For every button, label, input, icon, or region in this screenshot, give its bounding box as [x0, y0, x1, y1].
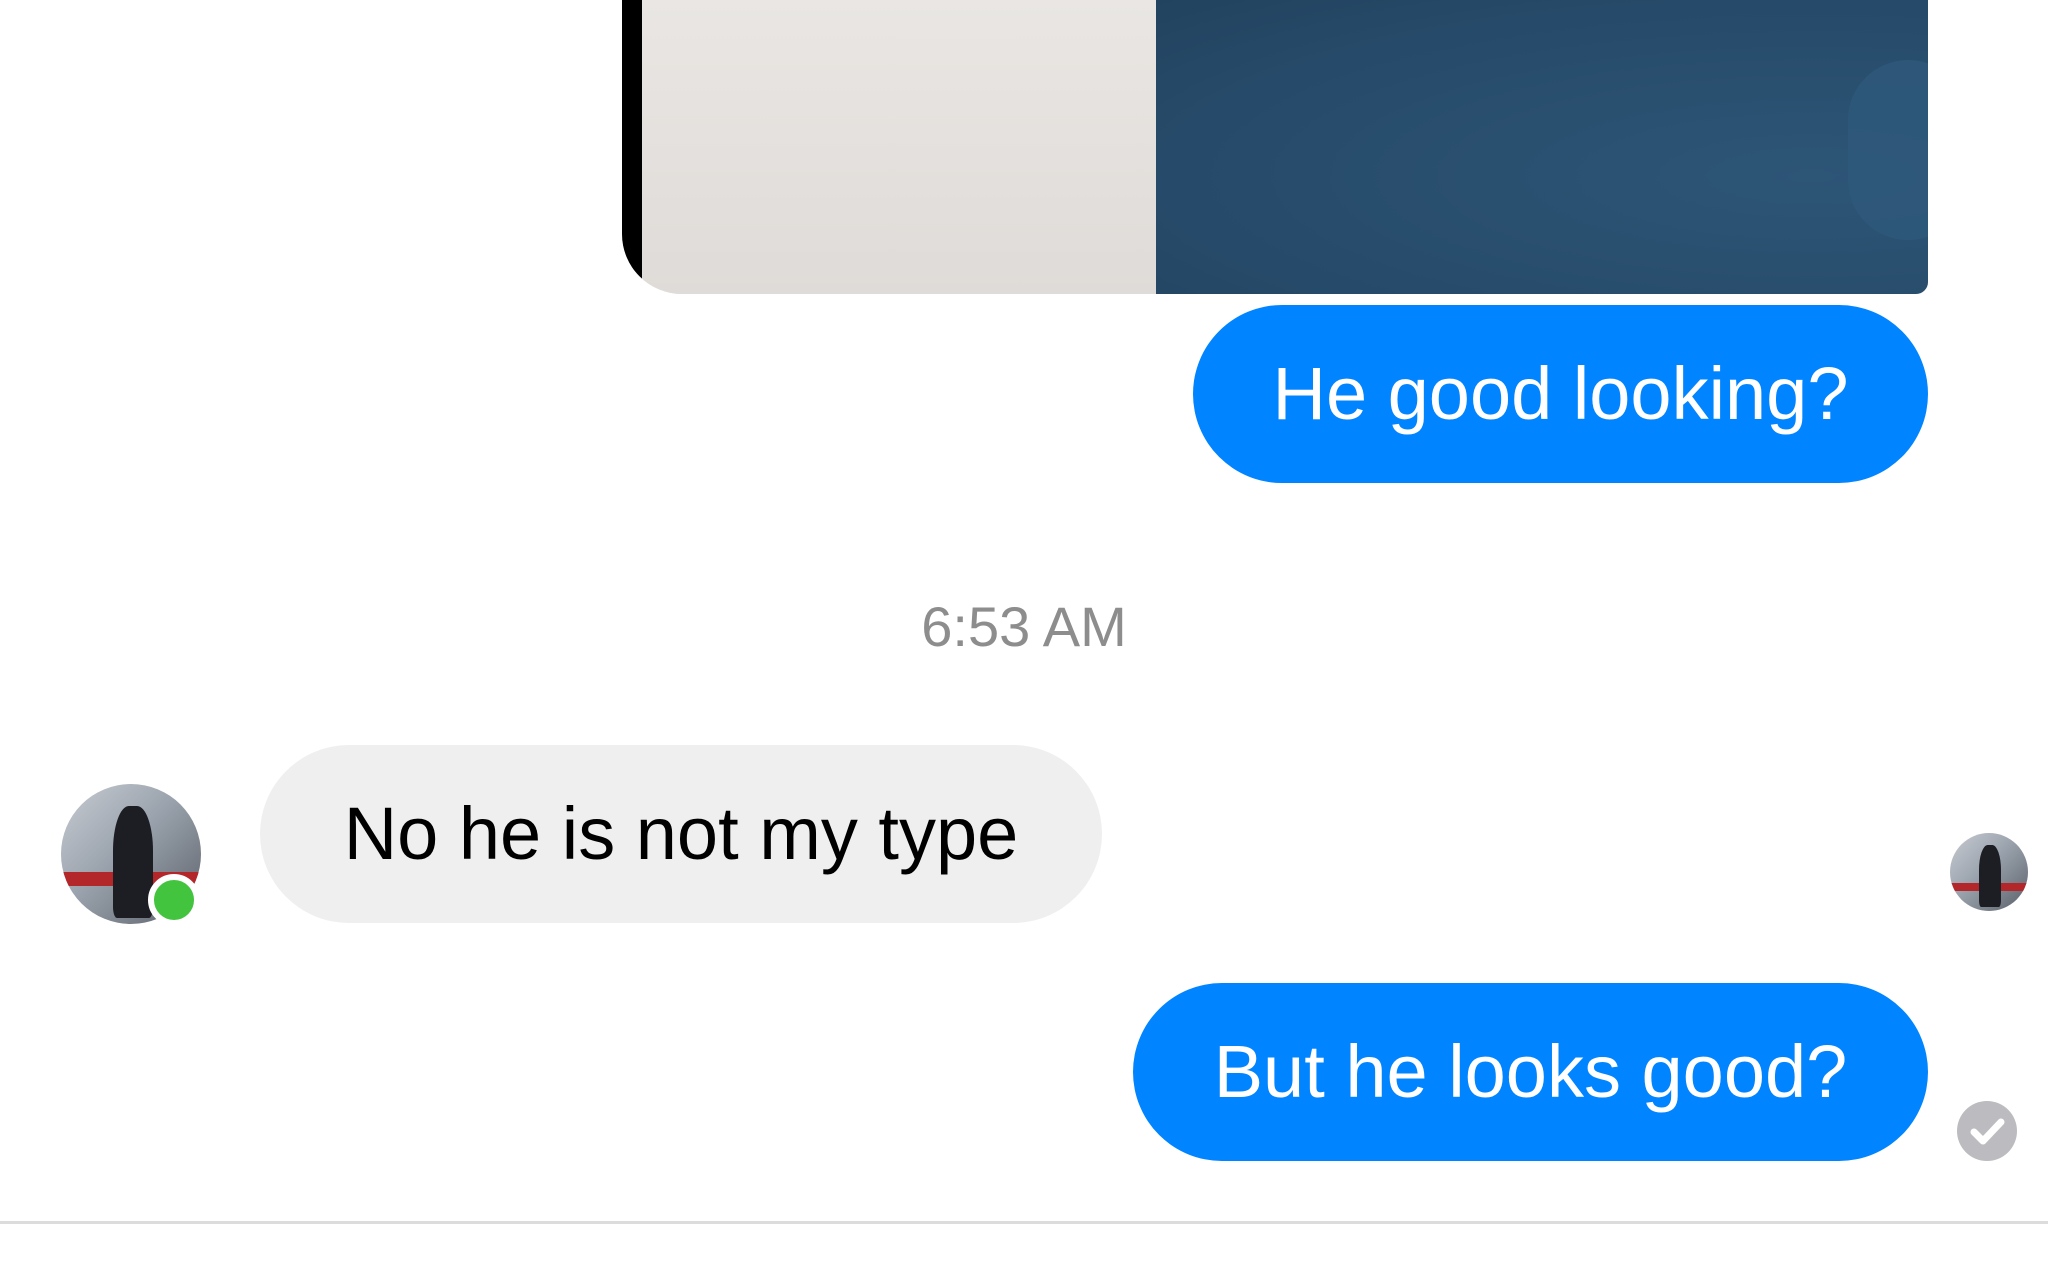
- checkmark-icon: [1970, 1118, 2005, 1145]
- photo-frame-edge: [622, 0, 642, 294]
- avatar-photo-person: [113, 806, 153, 918]
- message-text: He good looking?: [1272, 352, 1849, 435]
- check-circle-icon: [1957, 1101, 2017, 1161]
- shared-photo-attachment[interactable]: [622, 0, 1928, 294]
- avatar-photo-person: [1979, 845, 2001, 907]
- incoming-message-bubble[interactable]: No he is not my type: [260, 745, 1102, 923]
- message-timestamp: 6:53 AM: [921, 595, 1127, 658]
- message-text: But he looks good?: [1213, 1030, 1848, 1113]
- composer-divider: [0, 1221, 2048, 1224]
- message-text: No he is not my type: [343, 792, 1019, 875]
- outgoing-message-bubble[interactable]: But he looks good?: [1133, 983, 1928, 1161]
- outgoing-message-bubble[interactable]: He good looking?: [1193, 305, 1928, 483]
- photo-subject-arm: [1848, 60, 1928, 240]
- photo-background-wall: [642, 0, 1178, 294]
- seen-by-avatar-icon: [1950, 833, 2028, 911]
- photo-subject-shirt: [1156, 0, 1928, 294]
- message-thread: He good looking? 6:53 AM No he is not my…: [0, 0, 2048, 1261]
- online-status-dot: [148, 874, 200, 926]
